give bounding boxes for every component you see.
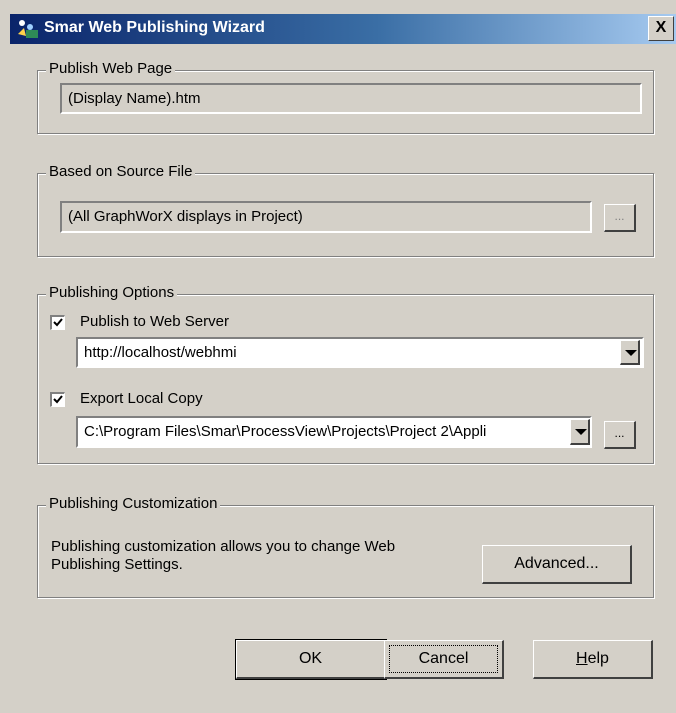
close-icon: X (655, 19, 667, 36)
window-title: Smar Web Publishing Wizard (44, 19, 265, 36)
web-server-url-combo[interactable]: http://localhost/webhmi (76, 337, 644, 368)
help-button[interactable]: Help (533, 640, 653, 679)
close-button[interactable]: X (648, 16, 674, 41)
source-file-field: (All GraphWorX displays in Project) (60, 201, 592, 233)
local-copy-dropdown-button[interactable] (570, 419, 590, 445)
advanced-button[interactable]: Advanced... (482, 545, 632, 584)
checkmark-icon (53, 395, 63, 404)
wizard-dialog: Smar Web Publishing Wizard X Publish Web… (0, 0, 676, 713)
publishing-customization-legend: Publishing Customization (46, 495, 221, 512)
ok-button[interactable]: OK (235, 639, 387, 680)
publish-web-server-label[interactable]: Publish to Web Server (80, 313, 229, 330)
chevron-down-icon (575, 429, 587, 435)
title-bar[interactable]: Smar Web Publishing Wizard X (10, 14, 676, 44)
local-copy-path-combo[interactable]: C:\Program Files\Smar\ProcessView\Projec… (76, 416, 592, 448)
help-button-label-mnemonic: H (576, 650, 588, 667)
wizard-app-icon (18, 20, 38, 38)
publish-web-page-legend: Publish Web Page (46, 60, 176, 77)
export-local-copy-label[interactable]: Export Local Copy (80, 390, 203, 407)
export-local-copy-checkbox[interactable] (50, 392, 65, 407)
publish-web-server-checkbox[interactable] (50, 315, 65, 330)
help-button-label-rest: elp (587, 650, 609, 667)
publishing-options-legend: Publishing Options (46, 284, 178, 301)
checkmark-icon (53, 318, 63, 327)
web-page-name-field: (Display Name).htm (60, 83, 642, 114)
advanced-button-label: Advanced... (514, 555, 599, 572)
customization-description-line1: Publishing customization allows you to c… (51, 538, 396, 555)
customization-description-line2: Publishing Settings. (51, 556, 183, 573)
cancel-button[interactable]: Cancel (384, 640, 504, 679)
focus-indicator (389, 645, 498, 673)
ok-button-label: OK (298, 650, 323, 667)
local-copy-browse-button[interactable]: ... (604, 421, 636, 449)
source-file-legend: Based on Source File (46, 163, 196, 180)
web-server-dropdown-button[interactable] (620, 340, 640, 365)
chevron-down-icon (625, 350, 637, 356)
source-browse-button[interactable]: ... (604, 204, 636, 232)
